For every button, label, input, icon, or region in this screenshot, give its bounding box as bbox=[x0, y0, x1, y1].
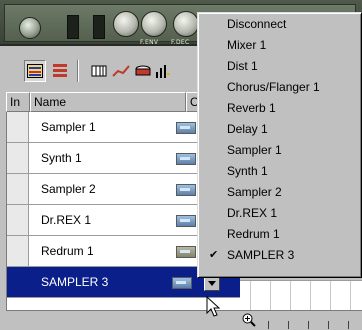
grid-line bbox=[290, 281, 291, 311]
slot-icon bbox=[93, 15, 105, 39]
ruler-tick bbox=[268, 321, 269, 329]
output-context-menu: Disconnect Mixer 1 Dist 1 Chorus/Flanger… bbox=[197, 12, 362, 278]
menu-item-chorus-flanger-1[interactable]: Chorus/Flanger 1 bbox=[200, 78, 360, 97]
bars-icon bbox=[156, 65, 170, 78]
grid-line bbox=[330, 281, 331, 311]
edit-view-button[interactable] bbox=[49, 60, 71, 82]
device-icon bbox=[172, 277, 192, 289]
menu-item-disconnect[interactable]: Disconnect bbox=[200, 15, 360, 34]
menu-item-label: Delay 1 bbox=[227, 122, 268, 136]
mouse-cursor-icon bbox=[206, 296, 220, 317]
menu-item-label: Sampler 2 bbox=[227, 185, 282, 199]
grid-line bbox=[310, 281, 311, 311]
menu-item-mixer-1[interactable]: Mixer 1 bbox=[200, 36, 360, 55]
power-knob-icon[interactable] bbox=[19, 17, 41, 39]
device-icon bbox=[176, 184, 196, 196]
arrange-view-button[interactable] bbox=[24, 60, 46, 82]
menu-item-sampler-3[interactable]: ✔ SAMPLER 3 bbox=[200, 246, 360, 265]
grid-line bbox=[350, 281, 351, 311]
knob-icon[interactable] bbox=[113, 11, 139, 37]
pencil-tool-button[interactable] bbox=[88, 60, 110, 82]
track-in-cell[interactable] bbox=[7, 236, 29, 266]
menu-item-label: Reverb 1 bbox=[227, 101, 276, 115]
column-header-name[interactable]: Name bbox=[30, 92, 186, 112]
ruler-tick bbox=[288, 321, 289, 329]
drum-button[interactable] bbox=[132, 60, 154, 82]
menu-item-dist-1[interactable]: Dist 1 bbox=[200, 57, 360, 76]
pencil-tool-icon bbox=[91, 65, 107, 77]
menu-item-redrum-1[interactable]: Redrum 1 bbox=[200, 225, 360, 244]
device-icon bbox=[176, 215, 196, 227]
track-name: Synth 1 bbox=[41, 151, 82, 165]
track-in-cell[interactable] bbox=[7, 143, 29, 173]
grid-line bbox=[250, 281, 251, 311]
track-in-cell[interactable] bbox=[7, 112, 29, 142]
menu-item-delay-1[interactable]: Delay 1 bbox=[200, 120, 360, 139]
menu-item-label: Mixer 1 bbox=[227, 38, 267, 52]
toolbar-separator bbox=[77, 60, 79, 82]
drum-icon bbox=[135, 65, 151, 76]
track-name: Redrum 1 bbox=[41, 244, 94, 258]
track-list-footer bbox=[6, 310, 240, 330]
menu-item-reverb-1[interactable]: Reverb 1 bbox=[200, 99, 360, 118]
ruler-tick bbox=[308, 321, 309, 329]
track-name: Sampler 2 bbox=[41, 182, 96, 196]
knob-label-fdec: F.DEC bbox=[171, 39, 190, 46]
track-in-cell[interactable] bbox=[7, 267, 29, 297]
track-name: SAMPLER 3 bbox=[41, 275, 109, 289]
device-icon bbox=[176, 122, 196, 134]
menu-item-label: Chorus/Flanger 1 bbox=[227, 80, 320, 94]
arrange-lane[interactable] bbox=[240, 280, 362, 311]
menu-item-drrex-1[interactable]: Dr.REX 1 bbox=[200, 204, 360, 223]
ruler-tick bbox=[348, 321, 349, 329]
chevron-down-icon bbox=[208, 280, 216, 286]
knob-label-fenv: F.ENV bbox=[140, 39, 159, 46]
menu-item-sampler-2[interactable]: Sampler 2 bbox=[200, 183, 360, 202]
track-in-cell[interactable] bbox=[7, 174, 29, 204]
edit-view-icon bbox=[53, 64, 67, 77]
menu-item-label: Dr.REX 1 bbox=[227, 206, 278, 220]
menu-item-label: Sampler 1 bbox=[227, 143, 282, 157]
line-tool-button[interactable] bbox=[110, 60, 132, 82]
menu-item-synth-1[interactable]: Synth 1 bbox=[200, 162, 360, 181]
column-header-in[interactable]: In bbox=[6, 92, 30, 112]
menu-item-label: Synth 1 bbox=[227, 164, 268, 178]
arrange-view-icon bbox=[27, 64, 43, 78]
menu-item-label: SAMPLER 3 bbox=[227, 248, 295, 262]
filter-decay-knob[interactable] bbox=[173, 11, 199, 37]
line-tool-icon bbox=[112, 65, 130, 77]
track-name: Dr.REX 1 bbox=[41, 213, 92, 227]
filter-env-knob[interactable] bbox=[141, 11, 167, 37]
menu-item-label: Dist 1 bbox=[227, 59, 258, 73]
track-in-cell[interactable] bbox=[7, 205, 29, 235]
zoom-bar bbox=[240, 310, 362, 330]
slot-icon bbox=[67, 15, 79, 39]
menu-item-label: Redrum 1 bbox=[227, 227, 280, 241]
menu-item-label: Disconnect bbox=[227, 17, 287, 31]
sequencer-toolbar bbox=[0, 52, 200, 92]
checkmark-icon: ✔ bbox=[209, 249, 219, 261]
ruler-tick bbox=[328, 321, 329, 329]
device-icon bbox=[176, 246, 196, 258]
menu-item-sampler-1[interactable]: Sampler 1 bbox=[200, 141, 360, 160]
bars-button[interactable] bbox=[152, 60, 174, 82]
zoom-icon[interactable] bbox=[242, 313, 256, 327]
grid-line bbox=[270, 281, 271, 311]
device-icon bbox=[176, 153, 196, 165]
track-name: Sampler 1 bbox=[41, 120, 96, 134]
